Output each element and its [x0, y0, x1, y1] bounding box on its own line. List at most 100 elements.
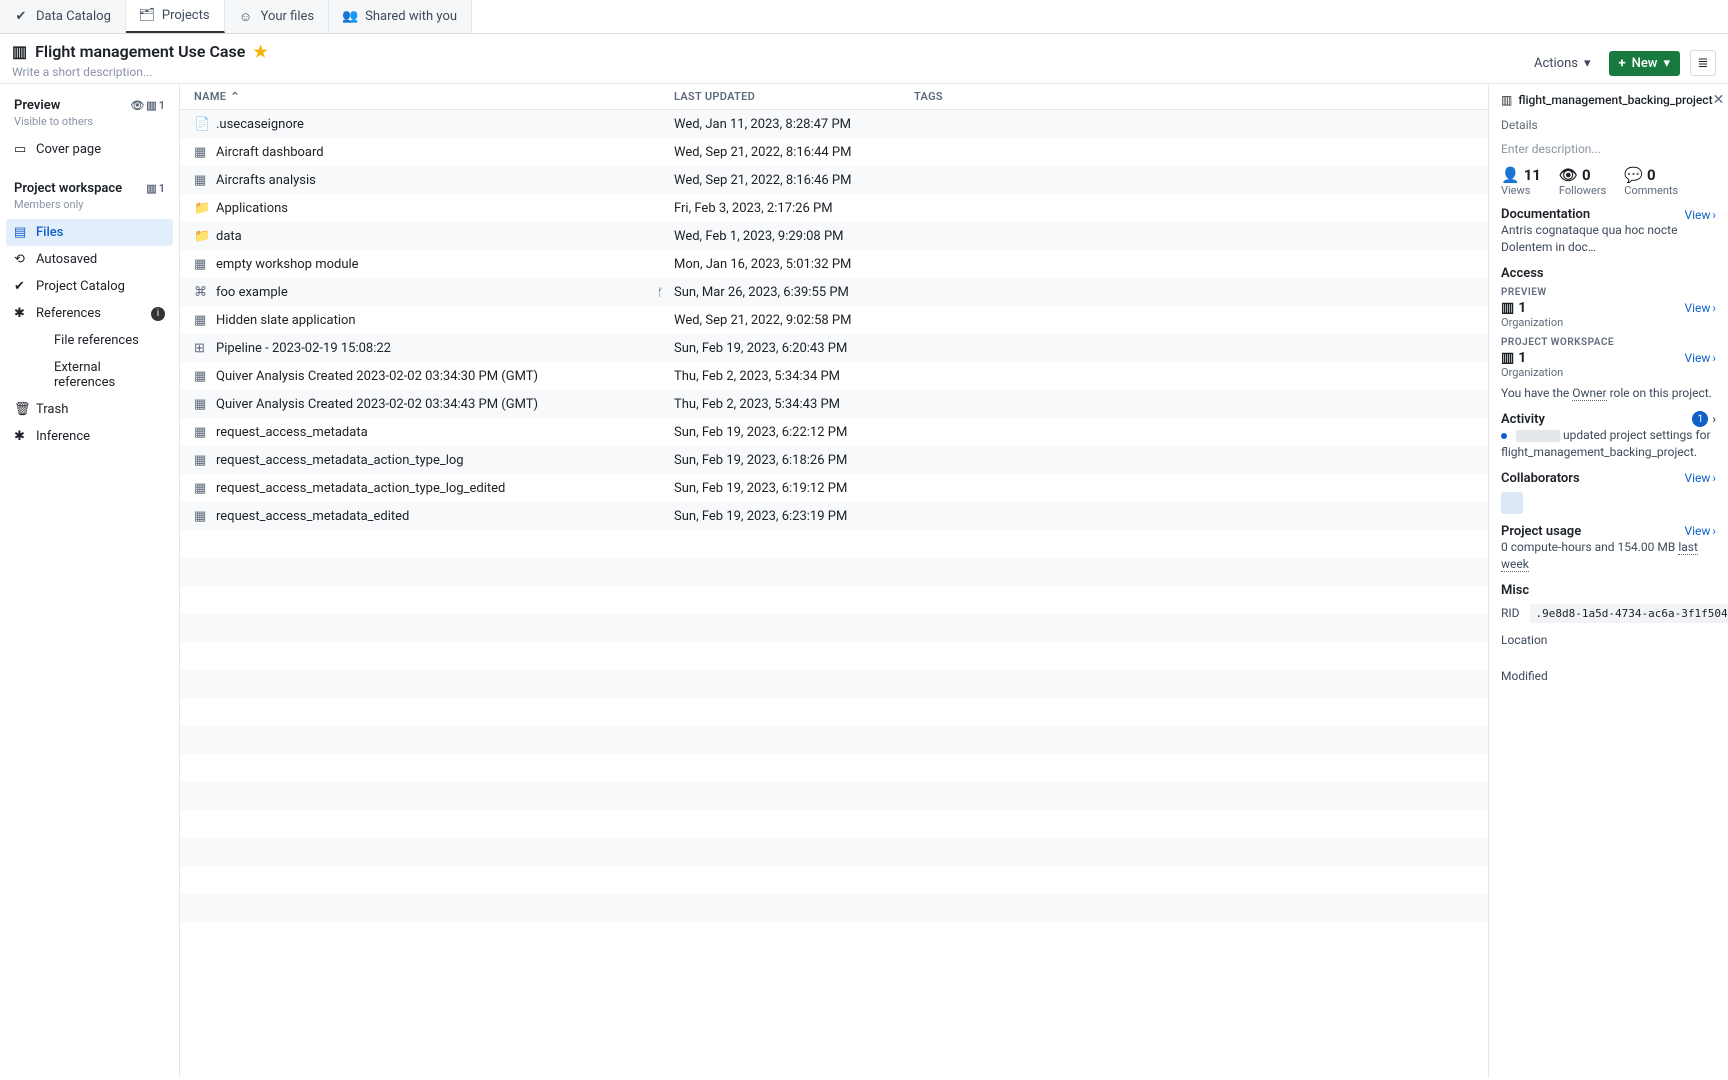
actions-button[interactable]: Actions ▾ [1526, 52, 1599, 75]
column-tags[interactable]: TAGS [914, 90, 1474, 103]
table-row[interactable]: ▦Hidden slate applicationWed, Sep 21, 20… [180, 306, 1488, 334]
tab-shared[interactable]: 👥 Shared with you [329, 0, 472, 33]
table-row[interactable]: 📁 Applications Fri, Feb 3, 2023, 2:17:26 P… [180, 194, 1488, 222]
list-density-icon: ≣ [1698, 56, 1709, 71]
sidebar-item-cover-page[interactable]: ▭ Cover page [6, 136, 173, 163]
activity-dot-icon [1501, 433, 1507, 439]
column-updated[interactable]: LAST UPDATED [674, 90, 914, 103]
sidebar-item-files[interactable]: ▤Files [6, 219, 173, 246]
module-icon: ▦ [194, 257, 208, 272]
chevron-right-icon: › [1712, 301, 1716, 315]
file-name: Quiver Analysis Created 2023-02-02 03:34… [216, 397, 538, 412]
panel-title: flight_management_backing_project [1518, 93, 1712, 107]
close-icon[interactable]: ✕ [1713, 92, 1725, 108]
org-icon: ▥ [146, 182, 156, 195]
density-toggle-button[interactable]: ≣ [1690, 50, 1716, 76]
sidebar-item-inference[interactable]: ✱Inference [6, 423, 173, 450]
org-icon: ▥ [1501, 300, 1514, 316]
documentation-text: Antris cognataque qua hoc nocte Dolentem… [1501, 222, 1716, 256]
briefcase-icon: 🗂 [140, 9, 154, 23]
details-panel: ▥ flight_management_backing_project ✕ De… [1488, 84, 1728, 1078]
references-icon: ✱ [14, 306, 28, 321]
chevron-right-icon[interactable]: › [1712, 412, 1716, 426]
redacted-user [1516, 430, 1560, 442]
tab-label: Your files [261, 9, 315, 24]
chevron-right-icon: › [1712, 351, 1716, 365]
empty-row [180, 586, 1488, 614]
table-row[interactable]: ▦request_access_metadata_action_type_log… [180, 446, 1488, 474]
new-button[interactable]: + New ▾ [1609, 51, 1680, 76]
chevron-right-icon: › [1712, 524, 1716, 538]
table-row[interactable]: ▦Quiver Analysis Created 2023-02-02 03:3… [180, 362, 1488, 390]
view-workspace-access-link[interactable]: View› [1684, 337, 1716, 379]
empty-row [180, 754, 1488, 782]
file-name: request_access_metadata [216, 425, 368, 440]
table-row[interactable]: ▦request_access_metadata_editedSun, Feb … [180, 502, 1488, 530]
view-usage-link[interactable]: View› [1684, 524, 1716, 538]
description-input[interactable]: Write a short description... [12, 65, 268, 79]
caret-down-icon: ▾ [1584, 56, 1591, 71]
empty-row [180, 894, 1488, 922]
empty-row [180, 866, 1488, 894]
section-access: Access [1501, 266, 1716, 281]
sidebar-item-file-references[interactable]: File references [6, 327, 173, 354]
sidebar-item-trash[interactable]: 🗑Trash [6, 396, 173, 423]
tab-projects[interactable]: 🗂 Projects [126, 0, 225, 33]
header: ▥ Flight management Use Case ★ Write a s… [0, 34, 1728, 84]
column-name[interactable]: NAME ⌃ [194, 90, 674, 103]
check-circle-icon: ✔ [14, 10, 28, 24]
sidebar-item-autosaved[interactable]: ⟲Autosaved [6, 246, 173, 273]
sidebar-workspace-header[interactable]: Project workspace ▥ 1 [6, 175, 173, 196]
file-updated: Thu, Feb 2, 2023, 5:34:34 PM [674, 369, 914, 384]
sidebar-item-label: File references [54, 333, 139, 348]
table-row[interactable]: 📁dataWed, Feb 1, 2023, 9:29:08 PM [180, 222, 1488, 250]
table-row[interactable]: ▦Quiver Analysis Created 2023-02-02 03:3… [180, 390, 1488, 418]
sidebar-workspace-sub: Members only [6, 198, 173, 217]
table-row[interactable]: ▦empty workshop moduleMon, Jan 16, 2023,… [180, 250, 1488, 278]
info-icon[interactable]: i [151, 307, 165, 321]
file-updated: Fri, Feb 3, 2023, 2:17:26 PM [674, 201, 914, 216]
view-collaborators-link[interactable]: View› [1684, 471, 1716, 485]
file-name: Applications [216, 201, 288, 216]
sidebar-item-external-references[interactable]: External references [6, 354, 173, 396]
file-name: Aircraft dashboard [216, 145, 324, 160]
sidebar-item-references[interactable]: ✱Referencesi [6, 300, 173, 327]
panel-stats: 👤11 Views 👁0 Followers 💬0 Comments [1501, 166, 1716, 197]
activity-count-badge: 1 [1692, 411, 1708, 427]
rid-value[interactable]: .9e8d8-1a5d-4734-ac6a-3f1f5040099c [1530, 604, 1728, 623]
folder-icon: 📁 [194, 201, 208, 216]
file-updated: Sun, Feb 19, 2023, 6:22:12 PM [674, 425, 914, 440]
sidebar-item-label: External references [54, 360, 165, 390]
table-row[interactable]: 📄.usecaseignoreWed, Jan 11, 2023, 8:28:4… [180, 110, 1488, 138]
empty-row [180, 642, 1488, 670]
file-updated: Wed, Sep 21, 2022, 8:16:46 PM [674, 173, 914, 188]
table-row[interactable]: ⌘foo exampleᚶSun, Mar 26, 2023, 6:39:55 … [180, 278, 1488, 306]
table-row[interactable]: ▦Aircrafts analysisWed, Sep 21, 2022, 8:… [180, 166, 1488, 194]
page-title: Flight management Use Case [35, 42, 245, 61]
section-documentation: Documentation [1501, 207, 1590, 222]
files-icon: ▤ [14, 225, 28, 240]
table-icon: ▦ [194, 425, 208, 440]
doc-icon: ▦ [194, 173, 208, 188]
table-row[interactable]: ▦Aircraft dashboardWed, Sep 21, 2022, 8:… [180, 138, 1488, 166]
star-icon[interactable]: ★ [253, 42, 267, 61]
collaborator-avatar[interactable] [1501, 492, 1523, 514]
tab-data-catalog[interactable]: ✔ Data Catalog [0, 0, 126, 33]
file-name: request_access_metadata_action_type_log_… [216, 481, 505, 496]
eye-icon: 👁 [1559, 166, 1578, 184]
sidebar-item-project-catalog[interactable]: ✔Project Catalog [6, 273, 173, 300]
empty-row [180, 782, 1488, 810]
tab-your-files[interactable]: ☺ Your files [225, 0, 330, 33]
section-project-usage: Project usage [1501, 524, 1581, 539]
table-row[interactable]: ▦ request_access_metadata Sun, Feb 19, 202… [180, 418, 1488, 446]
chevron-right-icon: › [1712, 208, 1716, 222]
sidebar-preview-header[interactable]: Preview 👁 ▥ 1 [6, 92, 173, 113]
panel-description-input[interactable]: Enter description... [1501, 142, 1716, 156]
view-documentation-link[interactable]: View› [1684, 208, 1716, 222]
table-row[interactable]: ▦request_access_metadata_action_type_log… [180, 474, 1488, 502]
table-row[interactable]: ⊞Pipeline - 2023-02-19 15:08:22Sun, Feb … [180, 334, 1488, 362]
top-tabs: ✔ Data Catalog 🗂 Projects ☺ Your files 👥… [0, 0, 1728, 34]
view-preview-access-link[interactable]: View› [1684, 287, 1716, 329]
chevron-right-icon: › [1712, 471, 1716, 485]
person-icon: 👤 [1501, 166, 1520, 184]
